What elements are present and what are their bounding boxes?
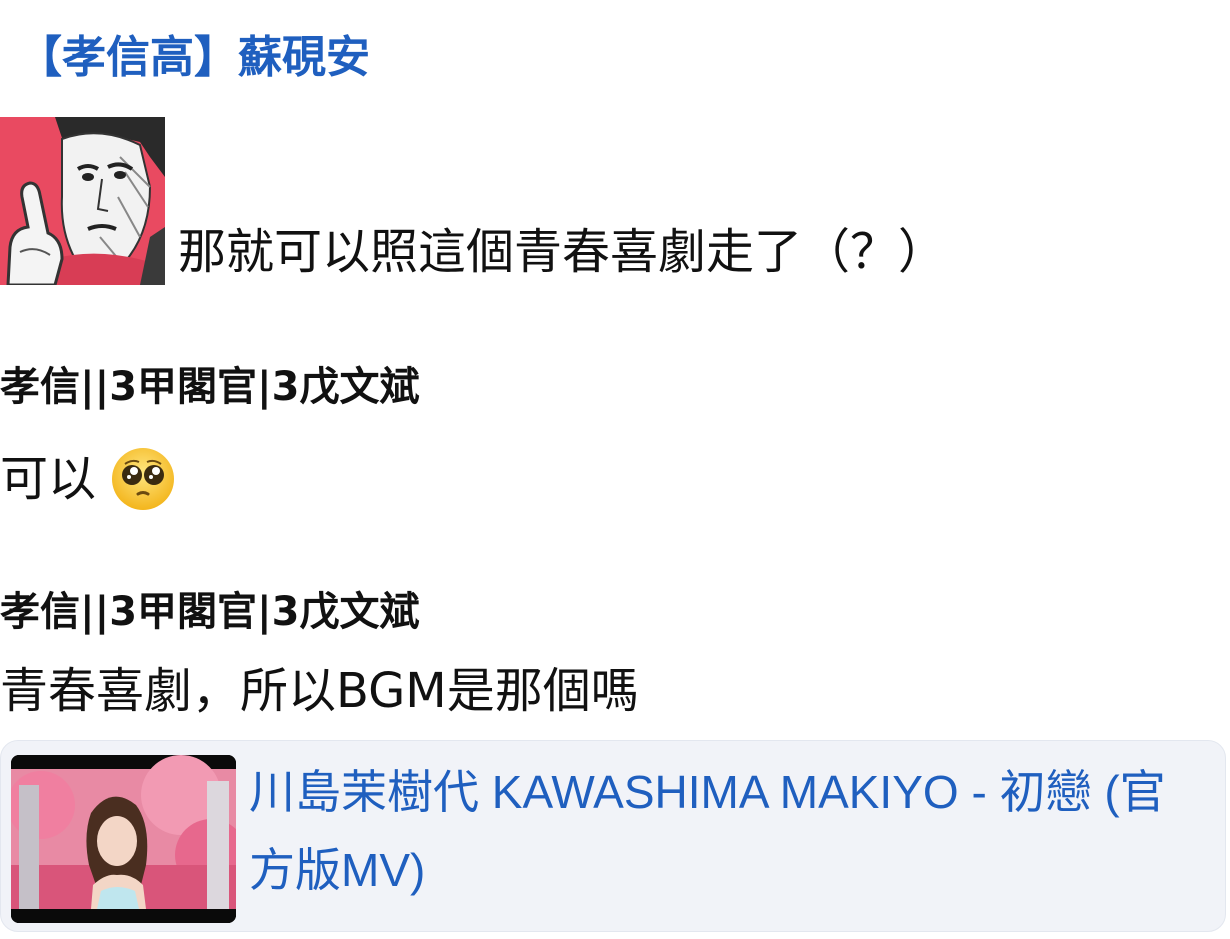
- chat-thread: 【孝信高】蘇硯安 那就可以照這個青春喜劇走了（？） 孝信||3甲閣官|3戊文斌 …: [0, 0, 1230, 939]
- reply-message: 可以: [0, 446, 176, 512]
- reply-author-name[interactable]: 孝信||3甲閣官|3戊文斌: [0, 587, 420, 637]
- message-text: 那就可以照這個青春喜劇走了（？）: [178, 224, 947, 280]
- link-preview-card[interactable]: 川島茉樹代 KAWASHIMA MAKIYO - 初戀 (官方版MV): [0, 740, 1226, 932]
- pleading-face-icon: [110, 446, 176, 512]
- sticker-image: [0, 117, 165, 285]
- reply-text: 青春喜劇，所以BGM是那個嗎: [0, 663, 639, 719]
- video-thumbnail[interactable]: [11, 755, 236, 923]
- reply-author-name[interactable]: 孝信||3甲閣官|3戊文斌: [0, 362, 420, 412]
- author-name-link[interactable]: 【孝信高】蘇硯安: [18, 28, 370, 88]
- reply-text: 可以: [0, 451, 97, 507]
- link-title[interactable]: 川島茉樹代 KAWASHIMA MAKIYO - 初戀 (官方版MV): [249, 753, 1209, 909]
- pointing-man-sticker[interactable]: [0, 117, 165, 285]
